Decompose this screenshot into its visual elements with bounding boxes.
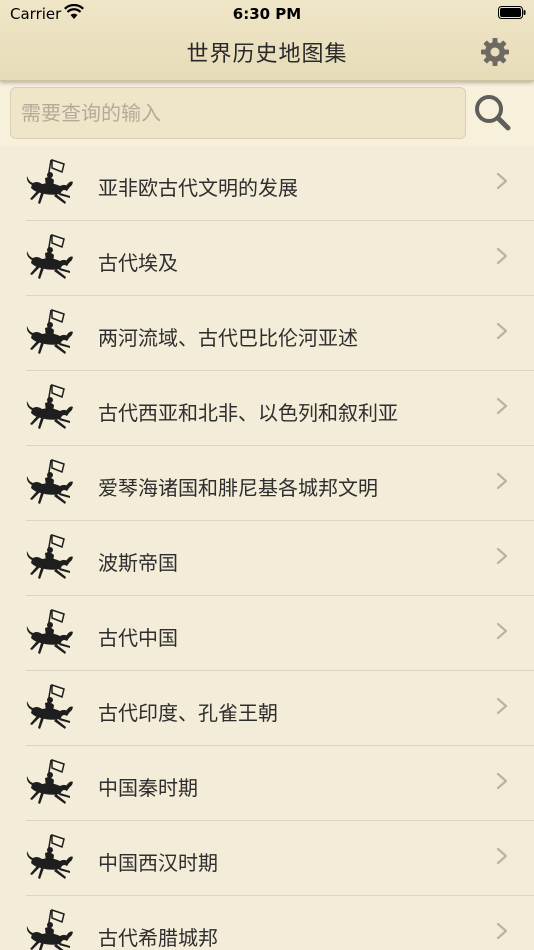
list-item[interactable]: 亚非欧古代文明的发展: [0, 146, 534, 221]
horse-rider-icon: [26, 608, 73, 654]
list-item[interactable]: 中国西汉时期: [0, 821, 534, 896]
list-item[interactable]: 古代印度、孔雀王朝: [0, 671, 534, 746]
search-bar: [0, 80, 534, 146]
list-item-label: 古代中国: [98, 626, 178, 650]
status-time: 6:30 PM: [232, 5, 302, 23]
horse-rider-icon: [26, 308, 73, 354]
battery-icon: [498, 6, 526, 19]
list-item-label: 中国西汉时期: [98, 851, 218, 875]
list-item-label: 爱琴海诸国和腓尼基各城邦文明: [98, 476, 378, 500]
chevron-right-icon: [496, 397, 508, 415]
horse-rider-icon: [26, 458, 73, 504]
gear-icon[interactable]: [480, 37, 510, 67]
chevron-right-icon: [496, 472, 508, 490]
list-item[interactable]: 爱琴海诸国和腓尼基各城邦文明: [0, 446, 534, 521]
status-bar: Carrier 6:30 PM: [0, 0, 534, 28]
search-input[interactable]: [10, 87, 466, 139]
chevron-right-icon: [496, 547, 508, 565]
top-bar: Carrier 6:30 PM 世界历史地图集: [0, 0, 534, 81]
list-item-label: 古代西亚和北非、以色列和叙利亚: [98, 401, 398, 425]
list-item[interactable]: 中国秦时期: [0, 746, 534, 821]
chevron-right-icon: [496, 622, 508, 640]
list-item-label: 亚非欧古代文明的发展: [98, 176, 298, 200]
horse-rider-icon: [26, 158, 73, 204]
chevron-right-icon: [496, 922, 508, 940]
list-item-label: 古代希腊城邦: [98, 926, 218, 950]
list-item[interactable]: 古代埃及: [0, 221, 534, 296]
page-title: 世界历史地图集: [186, 42, 348, 67]
list-item-label: 波斯帝国: [98, 551, 178, 575]
list-item-label: 两河流域、古代巴比伦河亚述: [98, 326, 358, 350]
list-item-label: 古代印度、孔雀王朝: [98, 701, 278, 725]
horse-rider-icon: [26, 383, 73, 429]
horse-rider-icon: [26, 833, 73, 879]
horse-rider-icon: [26, 533, 73, 579]
list-item[interactable]: 古代中国: [0, 596, 534, 671]
list-item-label: 中国秦时期: [98, 776, 198, 800]
chevron-right-icon: [496, 847, 508, 865]
list-item[interactable]: 古代希腊城邦: [0, 896, 534, 950]
horse-rider-icon: [26, 908, 73, 950]
horse-rider-icon: [26, 683, 73, 729]
app-screen: Carrier 6:30 PM 世界历史地图集 需要查询的输入 亚非欧古代文明的…: [0, 0, 534, 950]
search-icon[interactable]: [472, 92, 512, 132]
list-item-label: 古代埃及: [98, 251, 178, 275]
chevron-right-icon: [496, 322, 508, 340]
chevron-right-icon: [496, 247, 508, 265]
horse-rider-icon: [26, 758, 73, 804]
topic-list: 亚非欧古代文明的发展 古代埃及 两河流域、古代巴比伦河亚述 古代西亚和北非、以色…: [0, 146, 534, 950]
list-item[interactable]: 波斯帝国: [0, 521, 534, 596]
list-item[interactable]: 两河流域、古代巴比伦河亚述: [0, 296, 534, 371]
horse-rider-icon: [26, 233, 73, 279]
chevron-right-icon: [496, 697, 508, 715]
list-item[interactable]: 古代西亚和北非、以色列和叙利亚: [0, 371, 534, 446]
chevron-right-icon: [496, 172, 508, 190]
chevron-right-icon: [496, 772, 508, 790]
